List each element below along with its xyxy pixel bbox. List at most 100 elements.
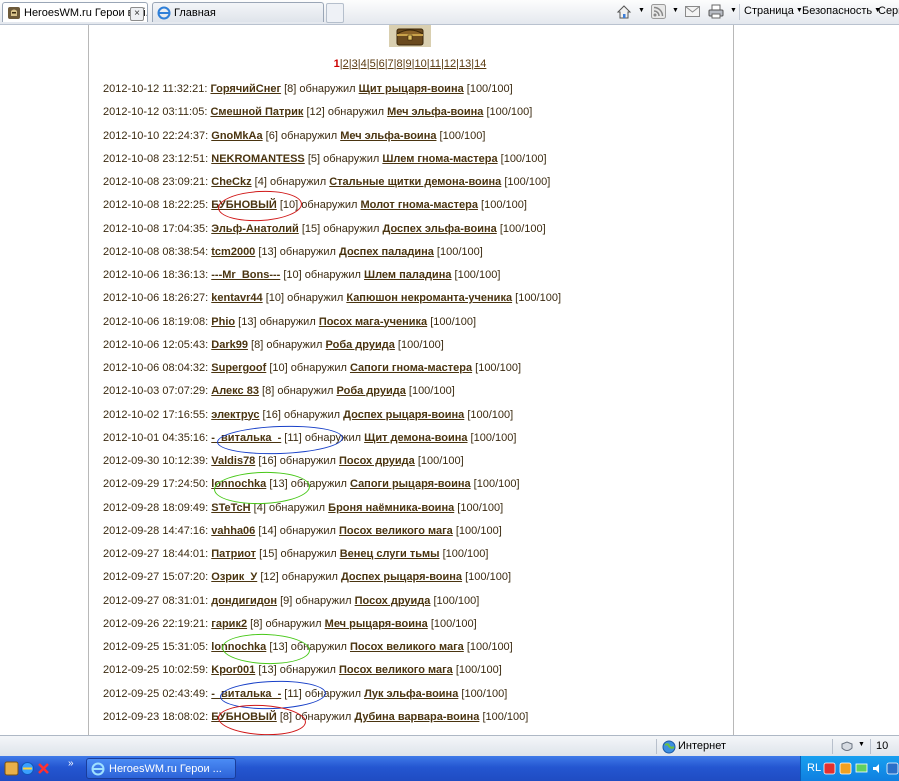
player-link[interactable]: GnoMkAa	[211, 130, 262, 142]
item-link[interactable]: Стальные щитки демона-воина	[329, 176, 501, 188]
item-link[interactable]: Молот гнома-мастера	[360, 199, 477, 211]
item-link[interactable]: Меч рыцаря-воина	[325, 618, 428, 630]
log-row: 2012-09-23 18:08:02: БУБНОВЫЙ [8] обнару…	[103, 709, 723, 732]
language-indicator[interactable]: RL	[807, 756, 821, 781]
quicklaunch-expand-icon[interactable]: »	[68, 758, 74, 769]
player-link[interactable]: Valdis78	[211, 455, 255, 467]
log-row: 2012-10-08 23:09:21: CheCkz [4] обнаружи…	[103, 174, 723, 197]
item-link[interactable]: Венец слуги тьмы	[340, 548, 440, 560]
item-link[interactable]: Роба друида	[337, 385, 406, 397]
player-link[interactable]: Phio	[211, 316, 235, 328]
tray-antivirus-icon[interactable]	[839, 762, 852, 775]
item-link[interactable]: Сапоги гнома-мастера	[350, 362, 472, 374]
player-link[interactable]: Supergoof	[211, 362, 266, 374]
item-link[interactable]: Роба друида	[326, 339, 395, 351]
player-link[interactable]: CheCkz	[211, 176, 251, 188]
item-link[interactable]: Доспех эльфа-воина	[382, 223, 496, 235]
player-link[interactable]: Kpor001	[211, 664, 255, 676]
item-link[interactable]: Доспех рыцаря-воина	[343, 409, 464, 421]
player-link[interactable]: Алекс 83	[211, 385, 259, 397]
quicklaunch-app-icon[interactable]	[4, 761, 19, 776]
player-link[interactable]: ГорячийСнег	[210, 83, 281, 95]
print-dropdown-icon[interactable]: ▼	[728, 0, 737, 24]
item-link[interactable]: Посох друида	[355, 595, 431, 607]
item-durability: [100/100]	[466, 641, 513, 653]
tray-app-icon[interactable]	[886, 762, 899, 775]
tray-volume-icon[interactable]	[871, 762, 884, 775]
log-row: 2012-09-26 22:19:21: гарик2 [8] обнаружи…	[103, 616, 723, 639]
new-tab-button[interactable]	[326, 3, 344, 23]
zoom-level[interactable]: 10	[876, 739, 888, 754]
player-link[interactable]: tcm2000	[211, 246, 255, 258]
item-link[interactable]: Посох великого мага	[350, 641, 464, 653]
globe-icon	[662, 740, 676, 754]
item-durability: [100/100]	[430, 315, 477, 328]
player-link[interactable]: Патриот	[211, 548, 256, 560]
log-timestamp: 2012-10-10 22:24:37:	[103, 129, 209, 142]
item-link[interactable]: Посох мага-ученика	[319, 316, 427, 328]
rss-dropdown-icon[interactable]: ▼	[670, 0, 679, 24]
item-link[interactable]: Сапоги рыцаря-воина	[350, 478, 471, 490]
player-link[interactable]: kentavr44	[211, 292, 262, 304]
protected-mode-icon[interactable]	[840, 740, 854, 754]
item-link[interactable]: Посох великого мага	[339, 664, 453, 676]
item-link[interactable]: Шлем паладина	[364, 269, 451, 281]
knight-helmet-icon	[8, 7, 20, 19]
service-menu[interactable]: Серв	[878, 0, 899, 24]
player-link[interactable]: гарик2	[211, 618, 247, 630]
pagination-page-14[interactable]: 14	[474, 58, 486, 70]
item-link[interactable]: Лук эльфа-воина	[364, 688, 458, 700]
home-icon[interactable]	[616, 4, 632, 20]
page-menu[interactable]: Страница ▼	[744, 0, 803, 24]
player-link[interactable]: Эльф-Анатолий	[211, 223, 299, 235]
rss-feed-icon[interactable]	[651, 4, 666, 19]
item-link[interactable]: Щит рыцаря-воина	[359, 83, 464, 95]
taskbar-button-browser[interactable]: HeroesWM.ru Герои ...	[86, 758, 236, 779]
quicklaunch-browser-icon[interactable]	[20, 761, 35, 776]
pagination-page-11[interactable]: 11	[430, 58, 441, 70]
action-text: обнаружил	[299, 83, 356, 95]
toolbar-separator	[739, 4, 740, 20]
treasure-chest-icon	[389, 25, 431, 47]
mail-icon[interactable]	[685, 5, 700, 18]
print-icon[interactable]	[708, 4, 724, 19]
item-link[interactable]: Меч эльфа-воина	[340, 130, 436, 142]
tray-network-icon[interactable]	[855, 762, 868, 775]
pagination-page-10[interactable]: 10	[415, 58, 427, 70]
home-dropdown-icon[interactable]: ▼	[636, 0, 645, 24]
player-link[interactable]: vahha06	[211, 525, 255, 537]
player-link[interactable]: дондигидон	[211, 595, 277, 607]
pagination-page-12[interactable]: 12	[444, 58, 456, 70]
log-timestamp: 2012-10-06 08:04:32:	[103, 362, 209, 374]
item-link[interactable]: Меч эльфа-воина	[387, 106, 483, 118]
player-link[interactable]: электрус	[211, 409, 259, 421]
item-link[interactable]: Шлем гнома-мастера	[382, 153, 497, 165]
quicklaunch-close-icon[interactable]	[36, 761, 51, 776]
item-link[interactable]: Посох друида	[339, 455, 415, 467]
security-menu[interactable]: Безопасность ▼	[802, 0, 881, 24]
log-timestamp: 2012-09-29 17:24:50:	[103, 478, 209, 491]
item-link[interactable]: Доспех паладина	[339, 246, 434, 258]
tab-main[interactable]: Главная	[152, 2, 324, 22]
item-link[interactable]: Броня наёмника-воина	[328, 502, 454, 514]
item-link[interactable]: Дубина варвара-воина	[354, 711, 479, 723]
protected-mode-dropdown-icon[interactable]: ▼	[856, 734, 865, 758]
player-link[interactable]: Озрик_У	[211, 571, 257, 583]
player-link[interactable]: NEKROMANTESS	[211, 153, 305, 165]
player-link[interactable]: ---Mr_Bons---	[211, 269, 280, 281]
log-timestamp: 2012-10-02 17:16:55:	[103, 408, 209, 421]
tab-heroeswm[interactable]: HeroesWM.ru Герои вой... ×	[2, 2, 148, 22]
status-separator	[832, 739, 833, 754]
close-tab-icon[interactable]: ×	[130, 7, 144, 21]
tray-security-icon[interactable]	[823, 762, 836, 775]
player-link[interactable]: Dark99	[211, 339, 248, 351]
pagination-page-13[interactable]: 13	[459, 58, 471, 70]
action-text: обнаружил	[281, 571, 338, 584]
item-link[interactable]: Щит демона-воина	[364, 432, 467, 444]
log-row: 2012-10-12 03:11:05: Смешной Патрик [12]…	[103, 104, 723, 127]
item-link[interactable]: Посох великого мага	[339, 525, 453, 537]
item-link[interactable]: Капюшон некроманта-ученика	[346, 292, 512, 304]
player-link[interactable]: Смешной Патрик	[210, 106, 303, 118]
item-durability: [100/100]	[455, 664, 502, 677]
item-link[interactable]: Доспех рыцаря-воина	[341, 571, 462, 583]
